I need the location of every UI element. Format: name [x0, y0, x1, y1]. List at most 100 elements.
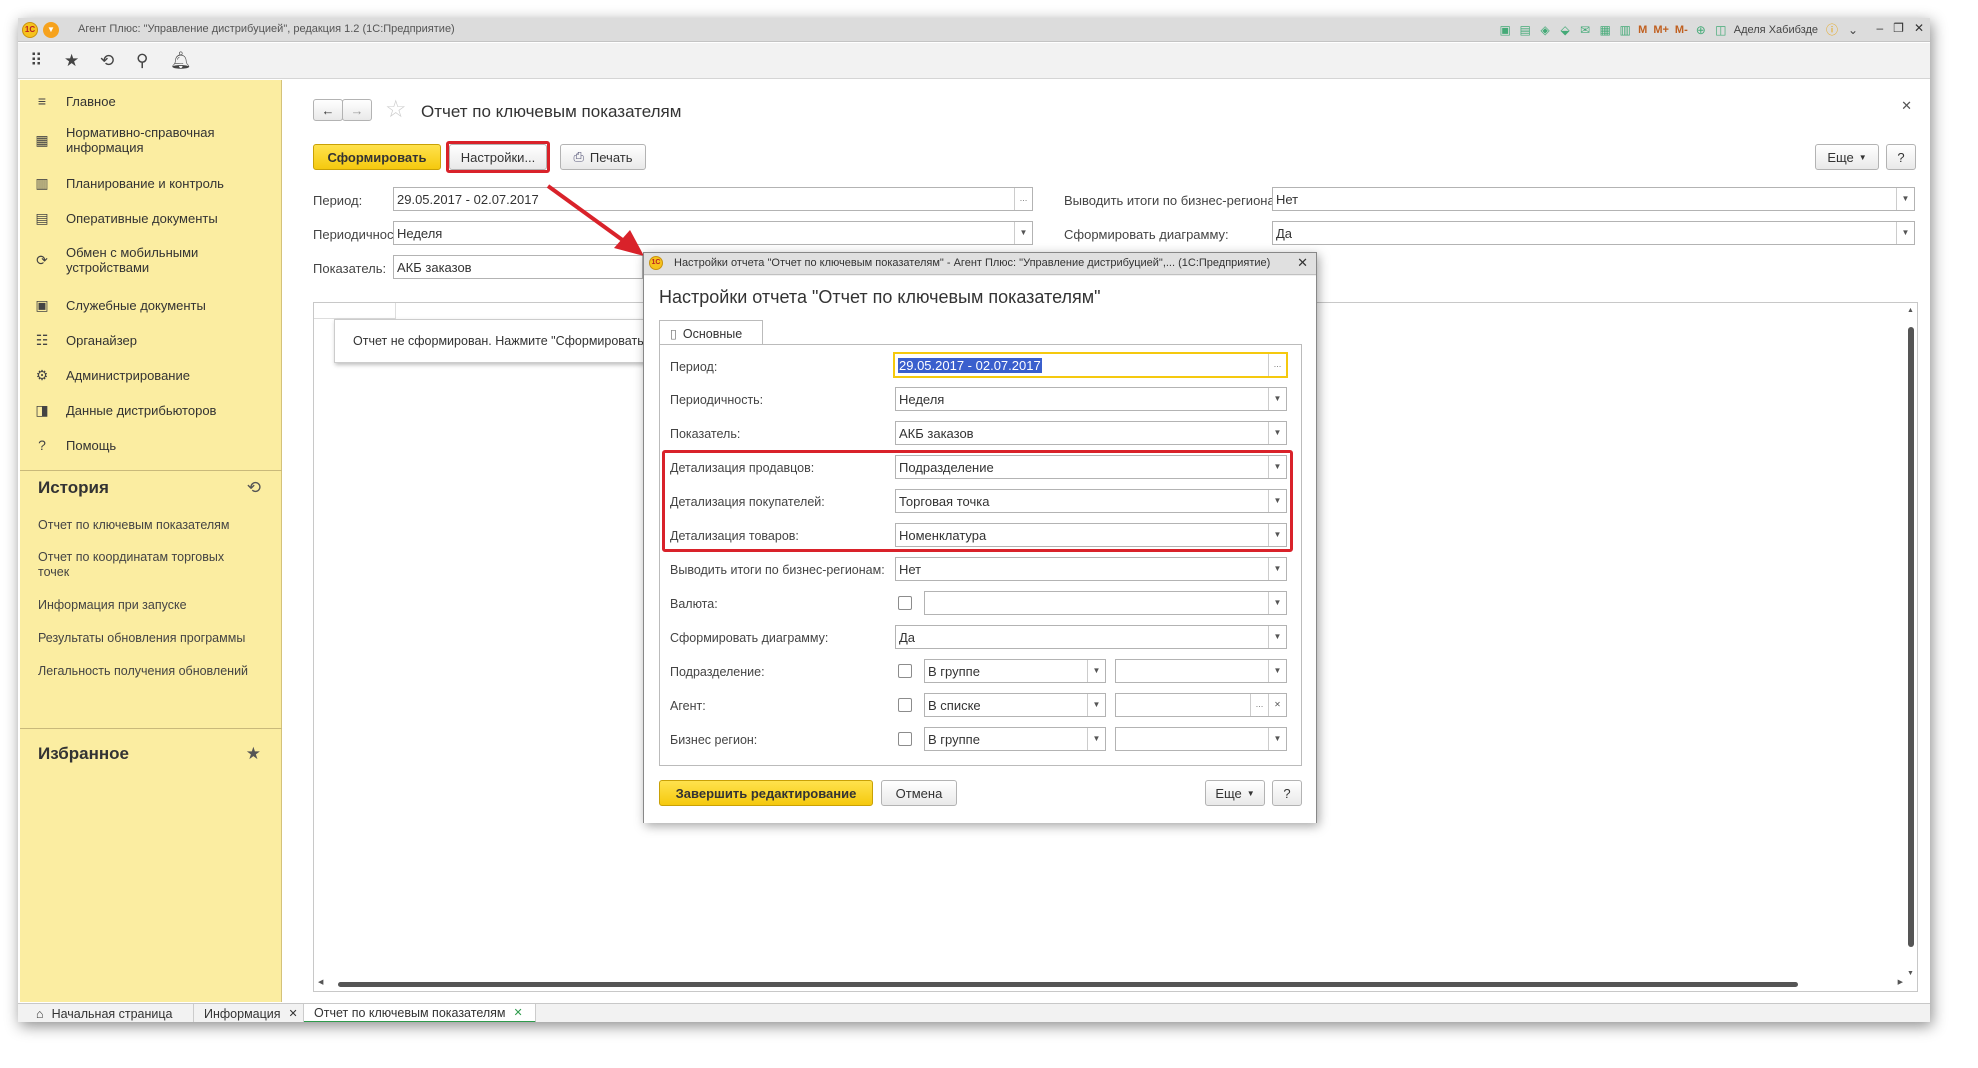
history-item[interactable]: Легальность получения обновлений	[38, 664, 273, 679]
sidebar-item-main[interactable]: ≡ Главное	[20, 92, 282, 110]
sidebar-item-distributors[interactable]: ◨ Данные дистрибьюторов	[20, 401, 282, 419]
close-icon[interactable]: ✕	[1297, 255, 1308, 271]
periodicity-select[interactable]: Неделя ▼	[393, 221, 1033, 245]
panel-icon[interactable]: ◫	[1714, 23, 1728, 37]
ellipsis-button[interactable]: …	[1268, 354, 1286, 376]
indicator-select[interactable]: АКБ заказов ▼	[895, 421, 1287, 445]
print-button[interactable]: ⎙ Печать	[560, 144, 646, 170]
division-checkbox[interactable]	[898, 664, 912, 678]
ellipsis-button[interactable]: …	[1014, 188, 1032, 210]
bell-icon[interactable]: 🔔︎	[170, 51, 192, 71]
sidebar-item-service-docs[interactable]: ▣ Служебные документы	[20, 296, 282, 314]
sidebar-item-mobile-exchange[interactable]: ⟳ Обмен с мобильными устройствами	[20, 244, 282, 276]
periodicity-select[interactable]: Неделя ▼	[895, 387, 1287, 411]
chevron-down-icon[interactable]: ⌄	[1846, 23, 1860, 37]
restore-icon[interactable]: ❐	[1893, 21, 1904, 35]
zoom-icon[interactable]: ⊕	[1694, 23, 1708, 37]
period-field[interactable]: 29.05.2017 - 02.07.2017…	[893, 352, 1288, 378]
scroll-up-icon[interactable]: ▲	[1907, 307, 1914, 314]
sidebar-item-operational[interactable]: ▤ Оперативные документы	[20, 209, 282, 227]
tab-info[interactable]: Информация ✕	[194, 1004, 304, 1022]
history-item[interactable]: Отчет по координатам торговых точек	[38, 550, 238, 580]
apps-grid-icon[interactable]: ⠿	[30, 51, 42, 71]
star-icon[interactable]: ★	[64, 51, 79, 71]
tab-home[interactable]: ⌂ Начальная страница	[28, 1004, 194, 1022]
more-button[interactable]: Еще ▼	[1205, 780, 1265, 806]
chevron-down-icon[interactable]: ▼	[1087, 660, 1105, 682]
agent-checkbox[interactable]	[898, 698, 912, 712]
finish-editing-button[interactable]: Завершить редактирование	[659, 780, 873, 806]
chevron-down-icon[interactable]: ▼	[1014, 222, 1032, 244]
memory-m-button[interactable]: M	[1638, 24, 1647, 36]
tab-report[interactable]: Отчет по ключевым показателям ✕	[304, 1004, 536, 1022]
chevron-down-icon[interactable]: ▼	[1268, 626, 1286, 648]
ellipsis-button[interactable]: …	[1250, 694, 1268, 716]
scrollbar-thumb[interactable]	[1908, 327, 1914, 947]
mail-icon[interactable]: ✉	[1578, 23, 1592, 37]
clear-icon[interactable]: ✕	[1268, 694, 1286, 716]
chevron-down-icon[interactable]: ▼	[1268, 524, 1286, 546]
save-icon[interactable]: ▣	[1498, 23, 1512, 37]
favorite-star-icon[interactable]: ☆	[385, 95, 407, 124]
history-icon[interactable]: ⟲	[100, 51, 114, 71]
sidebar-item-organizer[interactable]: ☷ Органайзер	[20, 331, 282, 349]
calendar-icon[interactable]: ▥	[1618, 23, 1632, 37]
chevron-down-icon[interactable]: ▼	[1268, 592, 1286, 614]
star-icon[interactable]: ★	[246, 744, 261, 764]
back-button[interactable]: ←	[313, 99, 343, 121]
sidebar-item-help[interactable]: ? Помощь	[20, 436, 282, 454]
division-value-select[interactable]: ▼	[1115, 659, 1287, 683]
sidebar-item-reference[interactable]: ▦ Нормативно-справочная информация	[20, 124, 282, 156]
tab-basic[interactable]: ▯ Основные	[659, 320, 763, 345]
currency-select[interactable]: ▼	[924, 591, 1287, 615]
history-item[interactable]: Результаты обновления программы	[38, 631, 273, 646]
attach-icon[interactable]: ⬙	[1558, 23, 1572, 37]
close-icon[interactable]: ✕	[1901, 98, 1912, 114]
help-button[interactable]: ?	[1886, 144, 1916, 170]
info-icon[interactable]: ⓘ	[1824, 21, 1840, 38]
chevron-down-icon[interactable]: ▼	[1268, 490, 1286, 512]
bizregion-value-select[interactable]: ▼	[1115, 727, 1287, 751]
sellers-select[interactable]: Подразделение ▼	[895, 455, 1287, 479]
indicator-select[interactable]: АКБ заказов	[393, 255, 643, 279]
chevron-down-icon[interactable]: ▼	[1268, 388, 1286, 410]
bizregion-mode-select[interactable]: В группе ▼	[924, 727, 1106, 751]
sidebar-item-planning[interactable]: ▥ Планирование и контроль	[20, 174, 282, 192]
chevron-down-icon[interactable]: ▼	[1896, 222, 1914, 244]
chevron-down-icon[interactable]: ▼	[1268, 558, 1286, 580]
chevron-down-icon[interactable]: ▼	[1268, 660, 1286, 682]
search-icon[interactable]: ⚲	[136, 51, 148, 71]
chevron-down-icon[interactable]: ▼	[1268, 456, 1286, 478]
regions-select[interactable]: Нет ▼	[1272, 187, 1915, 211]
form-report-button[interactable]: Сформировать	[313, 144, 441, 170]
chevron-down-icon[interactable]: ▼	[1087, 728, 1105, 750]
scroll-right-icon[interactable]: ▶	[1898, 978, 1903, 986]
preview-icon[interactable]: ◈	[1538, 23, 1552, 37]
history-item[interactable]: Информация при запуске	[38, 598, 273, 613]
chevron-down-icon[interactable]: ▼	[1268, 728, 1286, 750]
buyers-select[interactable]: Торговая точка ▼	[895, 489, 1287, 513]
memory-mminus-button[interactable]: M-	[1675, 24, 1688, 36]
history-icon[interactable]: ⟲	[247, 478, 261, 498]
bizregion-checkbox[interactable]	[898, 732, 912, 746]
help-button[interactable]: ?	[1272, 780, 1302, 806]
regions-select[interactable]: Нет ▼	[895, 557, 1287, 581]
currency-checkbox[interactable]	[898, 596, 912, 610]
sidebar-item-admin[interactable]: ⚙ Администрирование	[20, 366, 282, 384]
scroll-down-icon[interactable]: ▼	[1907, 970, 1914, 977]
chevron-down-icon[interactable]: ▼	[1896, 188, 1914, 210]
main-menu-icon[interactable]: ▼	[43, 22, 59, 38]
close-icon[interactable]: ✕	[514, 1006, 523, 1019]
period-field[interactable]: 29.05.2017 - 02.07.2017…	[393, 187, 1033, 211]
division-mode-select[interactable]: В группе ▼	[924, 659, 1106, 683]
more-button[interactable]: Еще ▼	[1815, 144, 1879, 170]
table-icon[interactable]: ▦	[1598, 23, 1612, 37]
memory-mplus-button[interactable]: M+	[1653, 24, 1669, 36]
user-name[interactable]: Аделя Хабибзде	[1734, 24, 1818, 36]
minimize-icon[interactable]: –	[1876, 21, 1883, 35]
chevron-down-icon[interactable]: ▼	[1268, 422, 1286, 444]
close-icon[interactable]: ✕	[289, 1007, 298, 1020]
chevron-down-icon[interactable]: ▼	[1087, 694, 1105, 716]
diagram-select[interactable]: Да ▼	[1272, 221, 1915, 245]
forward-button[interactable]: →	[342, 99, 372, 121]
